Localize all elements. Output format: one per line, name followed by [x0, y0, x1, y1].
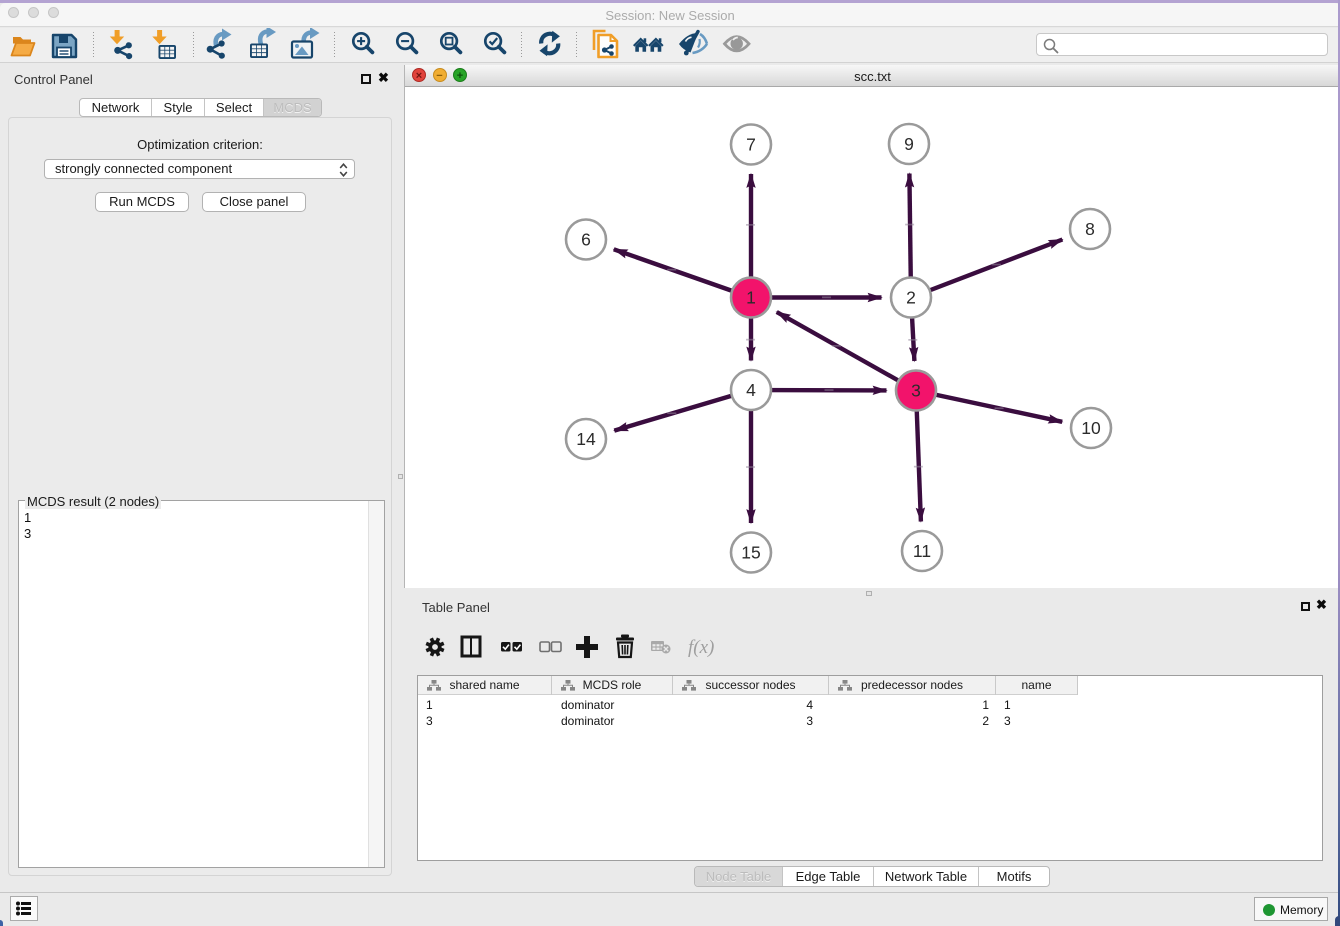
svg-text:9: 9: [904, 134, 914, 154]
svg-text:6: 6: [581, 230, 591, 250]
svg-text:1: 1: [746, 288, 756, 308]
svg-text:2: 2: [906, 288, 916, 308]
svg-text:14: 14: [576, 429, 596, 449]
svg-text:3: 3: [911, 381, 921, 401]
svg-text:7: 7: [746, 135, 756, 155]
svg-text:10: 10: [1081, 418, 1101, 438]
svg-text:8: 8: [1085, 219, 1095, 239]
svg-text:11: 11: [913, 541, 931, 561]
svg-text:4: 4: [746, 380, 756, 400]
svg-text:15: 15: [741, 543, 760, 563]
svg-text:f(x): f(x): [688, 637, 714, 658]
